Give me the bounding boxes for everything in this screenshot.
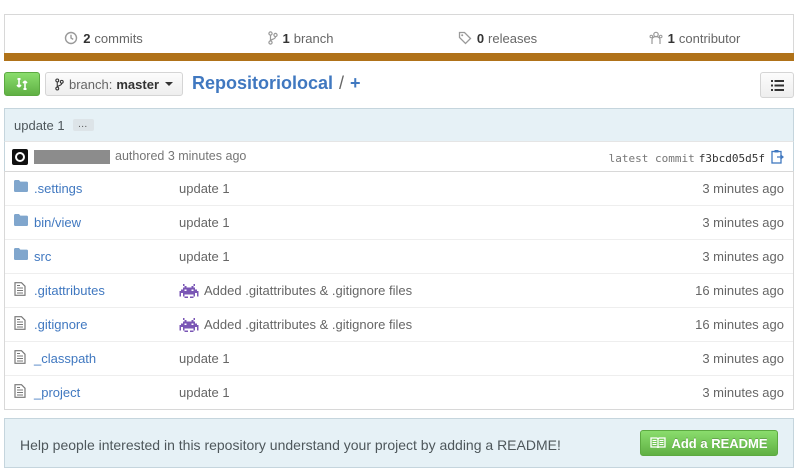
file-commit-message-text: Added .gitattributes & .gitignore files [204,317,413,332]
branch-icon [55,77,64,91]
file-name-link[interactable]: _classpath [34,351,96,366]
file-text-icon [14,282,26,299]
file-navigation: branch: master Repositoriolocal / + [4,72,794,98]
releases-count: 0 [476,30,485,46]
compare-button[interactable] [4,72,40,96]
branch-icon [267,31,278,45]
new-file-link[interactable]: + [350,73,361,93]
file-row: src update 1 3 minutes ago [5,239,793,273]
list-view-button[interactable] [760,72,794,98]
breadcrumb: Repositoriolocal / + [192,73,361,94]
tag-icon [458,31,472,45]
file-text-icon [14,350,26,367]
latest-commit: latest commit f3bcd05d5f [609,152,765,165]
folder-icon [14,248,28,263]
avatar[interactable] [12,149,28,165]
compare-icon [16,78,28,90]
chevron-down-icon [165,82,174,86]
list-icon [770,79,784,91]
commits-label: commits [94,30,143,46]
file-row: .settings update 1 3 minutes ago [5,172,793,205]
file-age: 3 minutes ago [702,385,784,400]
breadcrumb-separator: / [339,73,345,93]
releases-label: releases [488,30,538,46]
history-icon [64,31,78,45]
file-name-link[interactable]: _project [34,385,80,400]
file-commit-message-text: update 1 [179,385,230,400]
file-row: bin/view update 1 3 minutes ago [5,205,793,239]
file-row: .gitignore Added .gitattributes & .gitign… [5,307,793,341]
authored-time: authored 3 minutes ago [115,149,247,163]
file-age: 3 minutes ago [702,249,784,264]
organization-icon [649,31,663,44]
file-name-link[interactable]: .gitattributes [34,283,105,298]
file-age: 16 minutes ago [695,283,784,298]
file-age: 3 minutes ago [702,351,784,366]
book-icon [650,437,667,449]
readme-prompt: Help people interested in this repositor… [4,418,794,468]
readme-prompt-text: Help people interested in this repositor… [20,437,561,453]
file-row: _project update 1 3 minutes ago [5,375,793,409]
file-row: .gitattributes Added .gitattributes & .gi… [5,273,793,307]
file-commit-message[interactable]: Added .gitattributes & .gitignore files [179,317,412,332]
file-commit-message[interactable]: Added .gitattributes & .gitignore files [179,283,412,298]
branches-count: 1 [282,30,290,46]
file-commit-message[interactable]: update 1 [179,215,230,230]
commit-title-bar: update 1 … [4,108,794,141]
file-name-link[interactable]: .settings [34,181,82,196]
add-readme-label: Add a README [671,435,768,451]
repo-name-link[interactable]: Repositoriolocal [192,73,333,93]
file-commit-message-text: Added .gitattributes & .gitignore files [204,283,413,298]
file-list: .settings update 1 3 minutes ago bin/view up… [4,171,794,410]
file-commit-message-text: update 1 [179,351,230,366]
file-commit-message[interactable]: update 1 [179,249,230,264]
commits-count: 2 [83,30,91,46]
commit-meta-bar: authored 3 minutes ago latest commit f3bc… [4,141,794,171]
file-commit-message-text: update 1 [179,181,230,196]
file-age: 3 minutes ago [702,181,784,196]
add-readme-button[interactable]: Add a README [640,430,778,456]
branch-select-button[interactable]: branch: master [45,72,184,96]
latest-commit-label: latest commit [608,152,695,165]
folder-icon [14,180,28,195]
file-name-link[interactable]: bin/view [34,215,81,230]
clipboard-icon[interactable] [771,149,784,164]
language-bar[interactable] [4,53,794,61]
octocat-icon [15,152,25,162]
branch-value: master [116,76,160,92]
commit-sha-link[interactable]: f3bcd05d5f [699,152,765,165]
file-commit-message-text: update 1 [179,249,230,264]
commit-ellipsis-button[interactable]: … [72,119,94,131]
file-commit-message-text: update 1 [179,215,230,230]
space-invader-icon [179,317,204,332]
file-name-link[interactable]: src [34,249,51,264]
file-age: 3 minutes ago [702,215,784,230]
author-name-redacted[interactable] [34,150,110,164]
folder-icon [14,214,28,229]
file-commit-message[interactable]: update 1 [179,181,230,196]
file-text-icon [14,316,26,333]
contributors-label: contributor [678,30,741,46]
space-invader-icon [179,283,204,298]
file-name-link[interactable]: .gitignore [34,317,87,332]
file-text-icon [14,384,26,401]
commit-message[interactable]: update 1 [14,118,65,133]
file-row: _classpath update 1 3 minutes ago [5,341,793,375]
branch-label: branch: [69,76,113,92]
file-commit-message[interactable]: update 1 [179,351,230,366]
contributors-count: 1 [667,30,675,46]
file-age: 16 minutes ago [695,317,784,332]
file-commit-message[interactable]: update 1 [179,385,230,400]
branches-label: branch [293,30,334,46]
